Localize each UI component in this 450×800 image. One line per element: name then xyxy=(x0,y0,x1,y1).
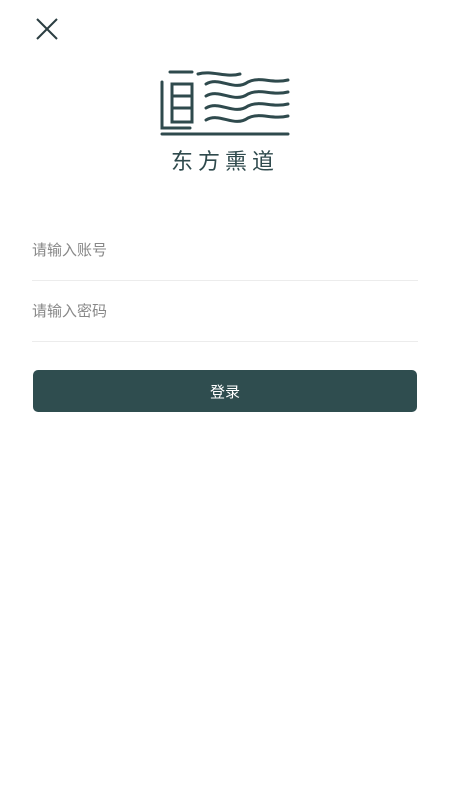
login-button[interactable]: 登录 xyxy=(33,370,417,412)
password-field xyxy=(32,281,418,342)
password-input[interactable] xyxy=(32,281,418,341)
logo-mark-icon xyxy=(160,70,290,136)
brand-logo: 东方熏道 xyxy=(150,66,300,176)
account-input[interactable] xyxy=(32,220,418,280)
close-button[interactable] xyxy=(30,12,64,46)
close-icon xyxy=(36,18,58,40)
account-field xyxy=(32,220,418,281)
brand-name: 东方熏道 xyxy=(170,150,279,175)
